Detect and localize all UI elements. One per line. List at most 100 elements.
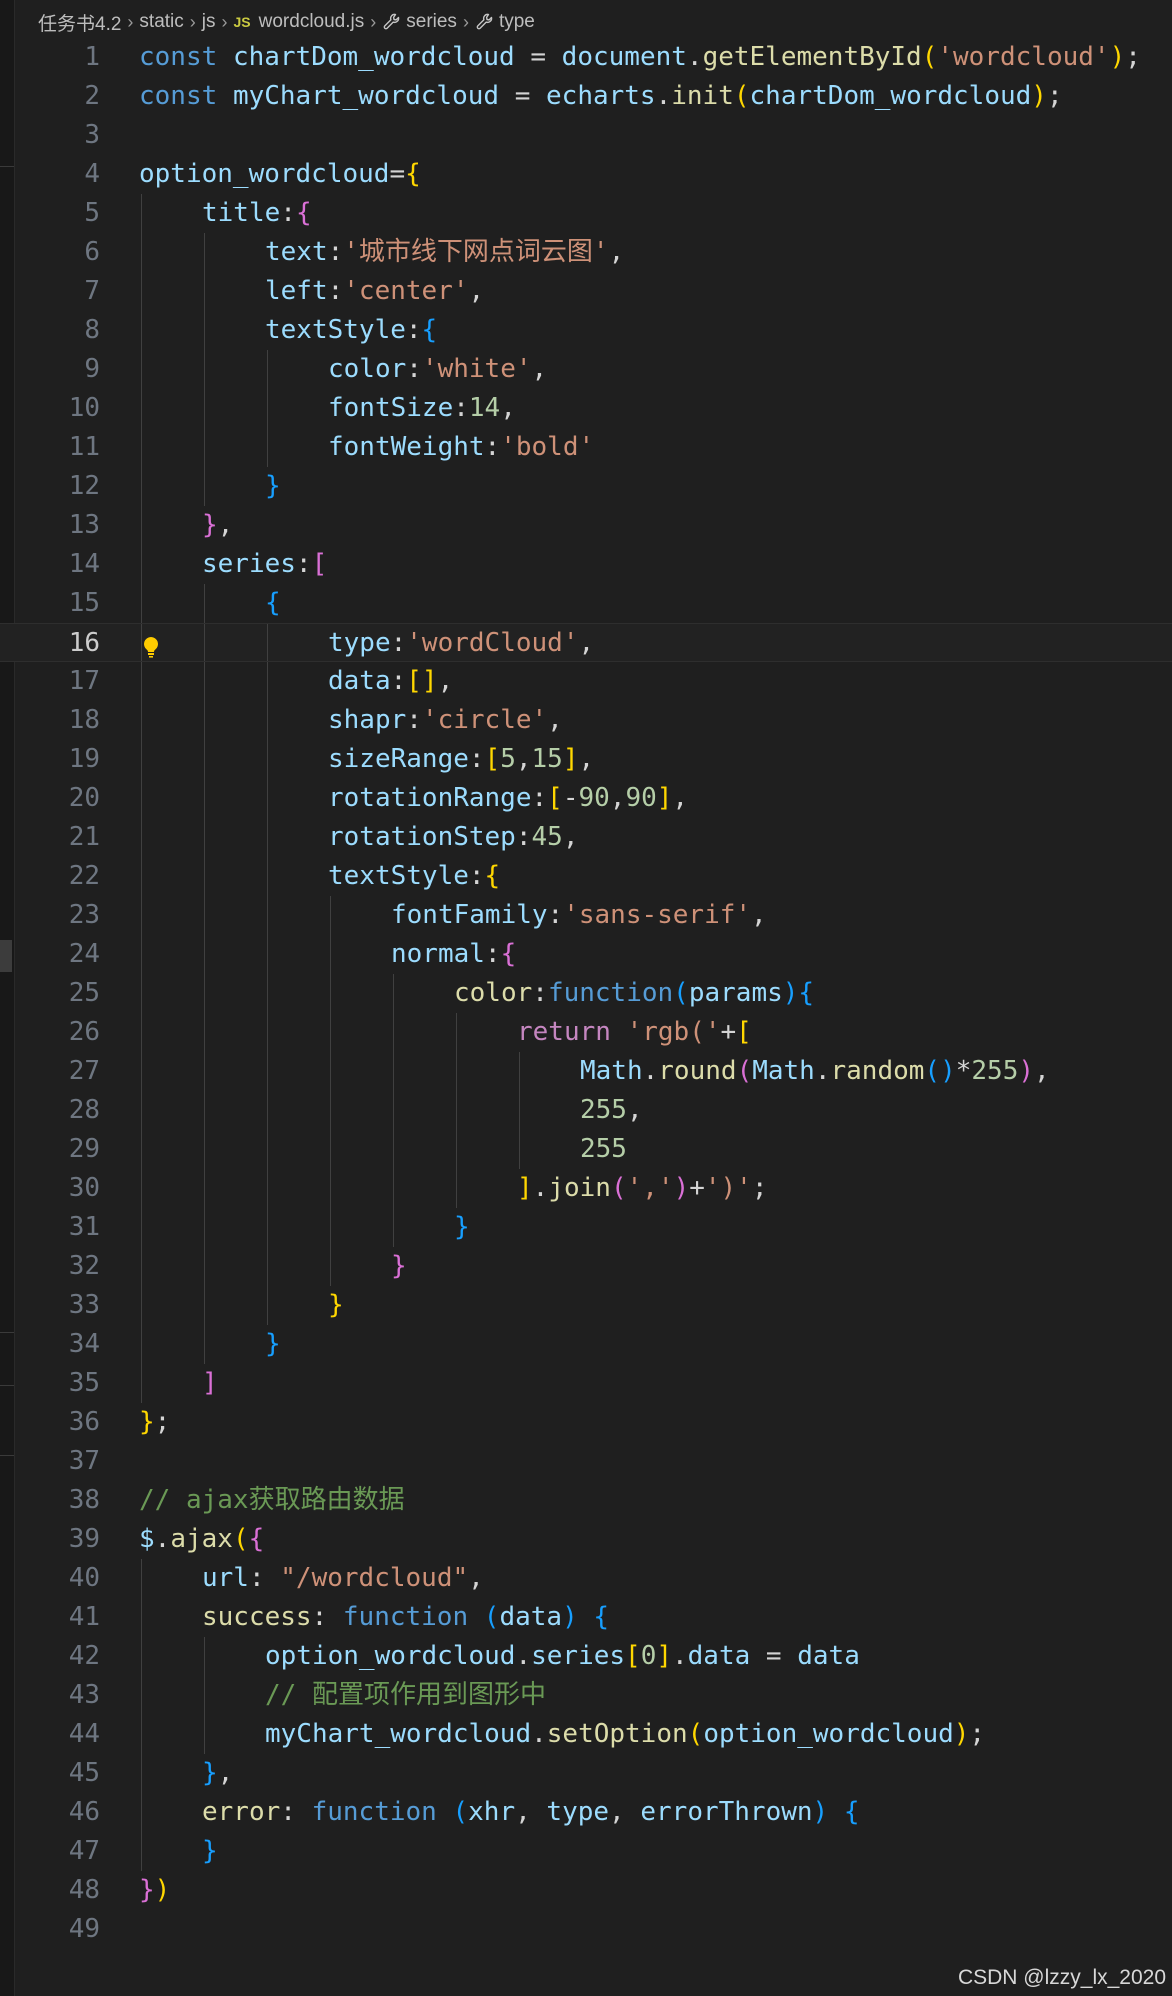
code-line[interactable]: 22 textStyle:{ [0,857,1172,896]
code-token: ( [736,1056,753,1086]
line-number: 14 [68,549,100,579]
code-line[interactable]: 49 [0,1910,1172,1949]
code-line[interactable]: 28 255, [0,1091,1172,1130]
code-line[interactable]: 34} [0,1325,1172,1364]
code-token: rotationStep [328,822,516,852]
code-token: } [202,1836,218,1866]
code-line[interactable]: 10 fontSize:14, [0,389,1172,428]
code-line[interactable]: 14 series:[ [0,545,1172,584]
indent-guide [267,350,268,389]
code-line[interactable]: 29 255 [0,1130,1172,1169]
code-line[interactable]: 41 success: function (data) { [0,1598,1172,1637]
code-line[interactable]: 47} [0,1832,1172,1871]
code-line[interactable]: 15 { [0,584,1172,623]
breadcrumb-item-file[interactable]: wordcloud.js [259,11,365,33]
code-token: ajax [170,1524,233,1554]
chevron-right-icon: › [189,11,196,32]
code-line[interactable]: 27 Math.round(Math.random()*255), [0,1052,1172,1091]
code-line[interactable]: 5 title:{ [0,194,1172,233]
code-line[interactable]: 32} [0,1247,1172,1286]
code-line[interactable]: 4 option_wordcloud={ [0,155,1172,194]
breadcrumb-item-series[interactable]: series [406,11,457,33]
code-editor[interactable]: 任务书4.2 › static › js › JS wordcloud.js ›… [0,0,1172,1996]
code-line[interactable]: 20 rotationRange:[-90,90], [0,779,1172,818]
indent-guide [141,1208,142,1247]
indent-guide [519,1052,520,1091]
code-area[interactable]: 1 const chartDom_wordcloud = document.get… [0,38,1172,1949]
code-line[interactable]: 44 myChart_wordcloud.setOption(option_wor… [0,1715,1172,1754]
code-line[interactable]: 37 [0,1442,1172,1481]
code-line[interactable]: 33} [0,1286,1172,1325]
code-token: ) [673,1173,690,1203]
breadcrumb-item-type[interactable]: type [499,11,535,33]
line-number: 35 [68,1368,100,1398]
code-line[interactable]: 16 type:'wordCloud', [0,623,1172,662]
indent-guide [393,1091,394,1130]
code-token: [] [406,666,438,696]
code-line[interactable]: 25 color:function(params){ [0,974,1172,1013]
code-token: error [202,1797,281,1827]
code-line[interactable]: 35] [0,1364,1172,1403]
indent-guide [393,974,394,1013]
code-line[interactable]: 24 normal:{ [0,935,1172,974]
indent-guide [141,311,142,350]
code-line[interactable]: 8 textStyle:{ [0,311,1172,350]
line-number: 25 [68,978,100,1008]
indent-guide [267,818,268,857]
code-token: Math [580,1056,643,1086]
breadcrumb-item-js[interactable]: js [202,11,216,33]
code-line[interactable]: 17 data:[], [0,662,1172,701]
code-line[interactable]: 42 option_wordcloud.series[0].data = data [0,1637,1172,1676]
code-line[interactable]: 30].join(',')+')'; [0,1169,1172,1208]
code-token: 255 [580,1134,627,1164]
code-line[interactable]: 23 fontFamily:'sans-serif', [0,896,1172,935]
breadcrumb-item-static[interactable]: static [139,11,183,33]
breadcrumb-item-folder[interactable]: 任务书4.2 [38,9,121,36]
code-line[interactable]: 11 fontWeight:'bold' [0,428,1172,467]
code-line[interactable]: 45}, [0,1754,1172,1793]
code-line[interactable]: 36}; [0,1403,1172,1442]
code-line[interactable]: 43 // 配置项作用到图形中 [0,1676,1172,1715]
code-line[interactable]: 26 return 'rgb('+[ [0,1013,1172,1052]
code-token: 'rgb(' [626,1017,721,1047]
code-line[interactable]: 1 const chartDom_wordcloud = document.get… [0,38,1172,77]
code-line[interactable]: 6 text:'城市线下网点词云图', [0,233,1172,272]
code-line[interactable]: 3 [0,116,1172,155]
code-token: ; [751,1173,768,1203]
code-line[interactable]: 21 rotationStep:45, [0,818,1172,857]
code-text: 255, [580,1091,643,1130]
line-number: 12 [68,471,100,501]
code-token: ) [812,1797,829,1827]
code-text: } [202,1832,218,1871]
code-token: . [532,1173,549,1203]
indent-guide [267,1208,268,1247]
code-token: const [139,81,218,111]
code-line[interactable]: 12} [0,467,1172,506]
code-line[interactable]: 39 $.ajax({ [0,1520,1172,1559]
code-token: . [814,1056,831,1086]
indent-guide [393,1052,394,1091]
code-line[interactable]: 38 // ajax获取路由数据 [0,1481,1172,1520]
code-line[interactable]: 31} [0,1208,1172,1247]
code-line[interactable]: 2 const myChart_wordcloud = echarts.init(… [0,77,1172,116]
line-number: 19 [68,744,100,774]
code-line[interactable]: 7 left:'center', [0,272,1172,311]
line-number: 21 [68,822,100,852]
indent-guide [141,1754,142,1793]
code-token: data [499,1602,563,1632]
code-line[interactable]: 9 color:'white', [0,350,1172,389]
line-number: 39 [68,1524,100,1554]
code-token: xhr [468,1797,516,1827]
code-line[interactable]: 46 error: function (xhr, type, errorThrow… [0,1793,1172,1832]
code-token: { [593,1602,610,1632]
code-line[interactable]: 13}, [0,506,1172,545]
code-line[interactable]: 18 shapr:'circle', [0,701,1172,740]
indent-guide [204,974,205,1013]
lightbulb-icon[interactable] [141,632,161,658]
code-line[interactable]: 40 url: "/wordcloud", [0,1559,1172,1598]
code-token: [ [625,1641,641,1671]
code-line[interactable]: 19 sizeRange:[5,15], [0,740,1172,779]
code-token: , [217,1758,234,1788]
line-number: 18 [68,705,100,735]
code-line[interactable]: 48}) [0,1871,1172,1910]
